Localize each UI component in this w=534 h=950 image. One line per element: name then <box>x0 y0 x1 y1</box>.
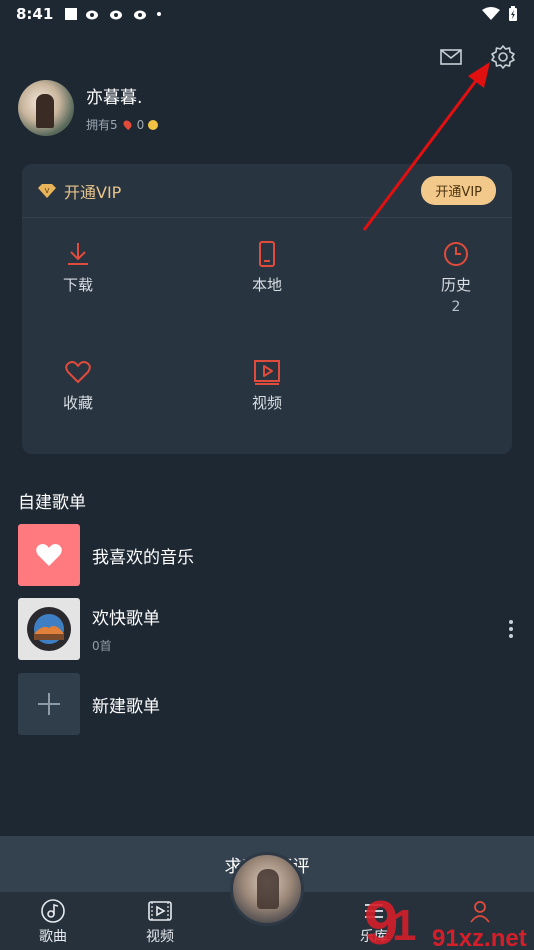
history-count: 2 <box>451 299 461 315</box>
notification-square-icon <box>65 8 78 20</box>
weibo-icon <box>86 10 99 20</box>
download-icon <box>68 243 88 265</box>
playlist-thumb <box>18 598 80 660</box>
playlist-info: 我喜欢的音乐 <box>92 543 194 568</box>
grid-item-local[interactable]: 本地 <box>222 240 312 295</box>
vip-title: 开通VIP <box>64 182 122 202</box>
more-notifications-dot <box>157 12 162 16</box>
disc-cover-icon <box>27 607 71 651</box>
profile-meta: 拥有5 0 <box>86 116 159 133</box>
playlist-thumb <box>18 524 80 586</box>
playlist-name: 我喜欢的音乐 <box>92 547 194 568</box>
status-time: 8:41 <box>16 5 54 23</box>
playlist-name: 新建歌单 <box>92 696 160 717</box>
pin-icon <box>121 118 133 131</box>
playlist-happy[interactable]: 欢快歌单 0首 <box>18 598 518 660</box>
notification-icons <box>65 8 162 20</box>
status-bar: 8:41 <box>0 0 534 28</box>
grid-item-video[interactable]: 视频 <box>222 358 312 413</box>
grid-label: 收藏 <box>62 394 93 412</box>
video-icon <box>254 360 280 385</box>
playlist-favorites[interactable]: 我喜欢的音乐 <box>18 524 518 586</box>
playlist-count: 0首 <box>92 639 112 653</box>
svg-text:V: V <box>45 187 50 195</box>
playlist-thumb <box>18 673 80 735</box>
nav-video[interactable]: 视频 <box>130 898 190 946</box>
playlist-info: 欢快歌单 0首 <box>92 604 160 654</box>
heart-icon <box>65 361 91 383</box>
watermark-text: 91xz.net <box>432 925 527 950</box>
open-vip-button[interactable]: 开通VIP <box>421 176 496 205</box>
wifi-icon <box>482 7 500 20</box>
pin-count: 0 <box>136 117 145 132</box>
annotation-arrow <box>362 62 490 231</box>
profile-text: 亦暮暮. 拥有5 0 <box>86 83 159 133</box>
weibo-icon <box>110 10 123 20</box>
username: 亦暮暮. <box>86 88 143 108</box>
owned-count: 拥有5 <box>86 118 118 132</box>
grid-item-history[interactable]: 历史 2 <box>411 240 501 315</box>
function-card: V 开通VIP 开通VIP 下载 本地 历史 2 收藏 视频 <box>22 164 512 454</box>
clock-icon <box>444 242 468 266</box>
grid-label: 视频 <box>251 394 282 412</box>
more-options-icon[interactable] <box>508 620 514 638</box>
nav-label: 视频 <box>146 929 174 945</box>
svg-text:1: 1 <box>392 901 416 950</box>
weibo-icon <box>134 10 147 20</box>
nav-label: 歌曲 <box>39 929 67 945</box>
grid-label: 本地 <box>251 276 282 294</box>
playlist-info: 新建歌单 <box>92 692 160 717</box>
phone-icon <box>259 241 275 267</box>
new-playlist[interactable]: 新建歌单 <box>18 673 518 735</box>
grid-label: 历史 <box>440 276 471 294</box>
battery-icon <box>509 6 517 21</box>
now-playing-disc[interactable] <box>230 852 304 926</box>
grid-label: 下载 <box>62 276 93 294</box>
header-actions <box>438 44 516 70</box>
heart-icon <box>36 544 62 566</box>
avatar[interactable] <box>18 80 74 136</box>
user-profile[interactable]: 亦暮暮. 拥有5 0 <box>18 80 159 136</box>
vip-header[interactable]: V 开通VIP 开通VIP <box>22 164 512 218</box>
site-watermark-logo: 9 1 91xz.net <box>364 889 527 950</box>
film-icon <box>148 901 172 921</box>
playlist-name: 欢快歌单 <box>92 609 160 629</box>
vip-diamond-icon: V <box>38 183 56 198</box>
grid-item-download[interactable]: 下载 <box>33 240 123 295</box>
nav-songs[interactable]: 歌曲 <box>23 898 83 946</box>
gear-icon[interactable] <box>490 44 516 70</box>
grid-item-favorites[interactable]: 收藏 <box>33 358 123 413</box>
coin-icon <box>148 119 159 130</box>
plus-icon <box>38 693 60 715</box>
mail-icon[interactable] <box>438 44 464 70</box>
music-disc-icon <box>41 899 65 923</box>
self-built-playlists-title: 自建歌单 <box>18 493 86 513</box>
